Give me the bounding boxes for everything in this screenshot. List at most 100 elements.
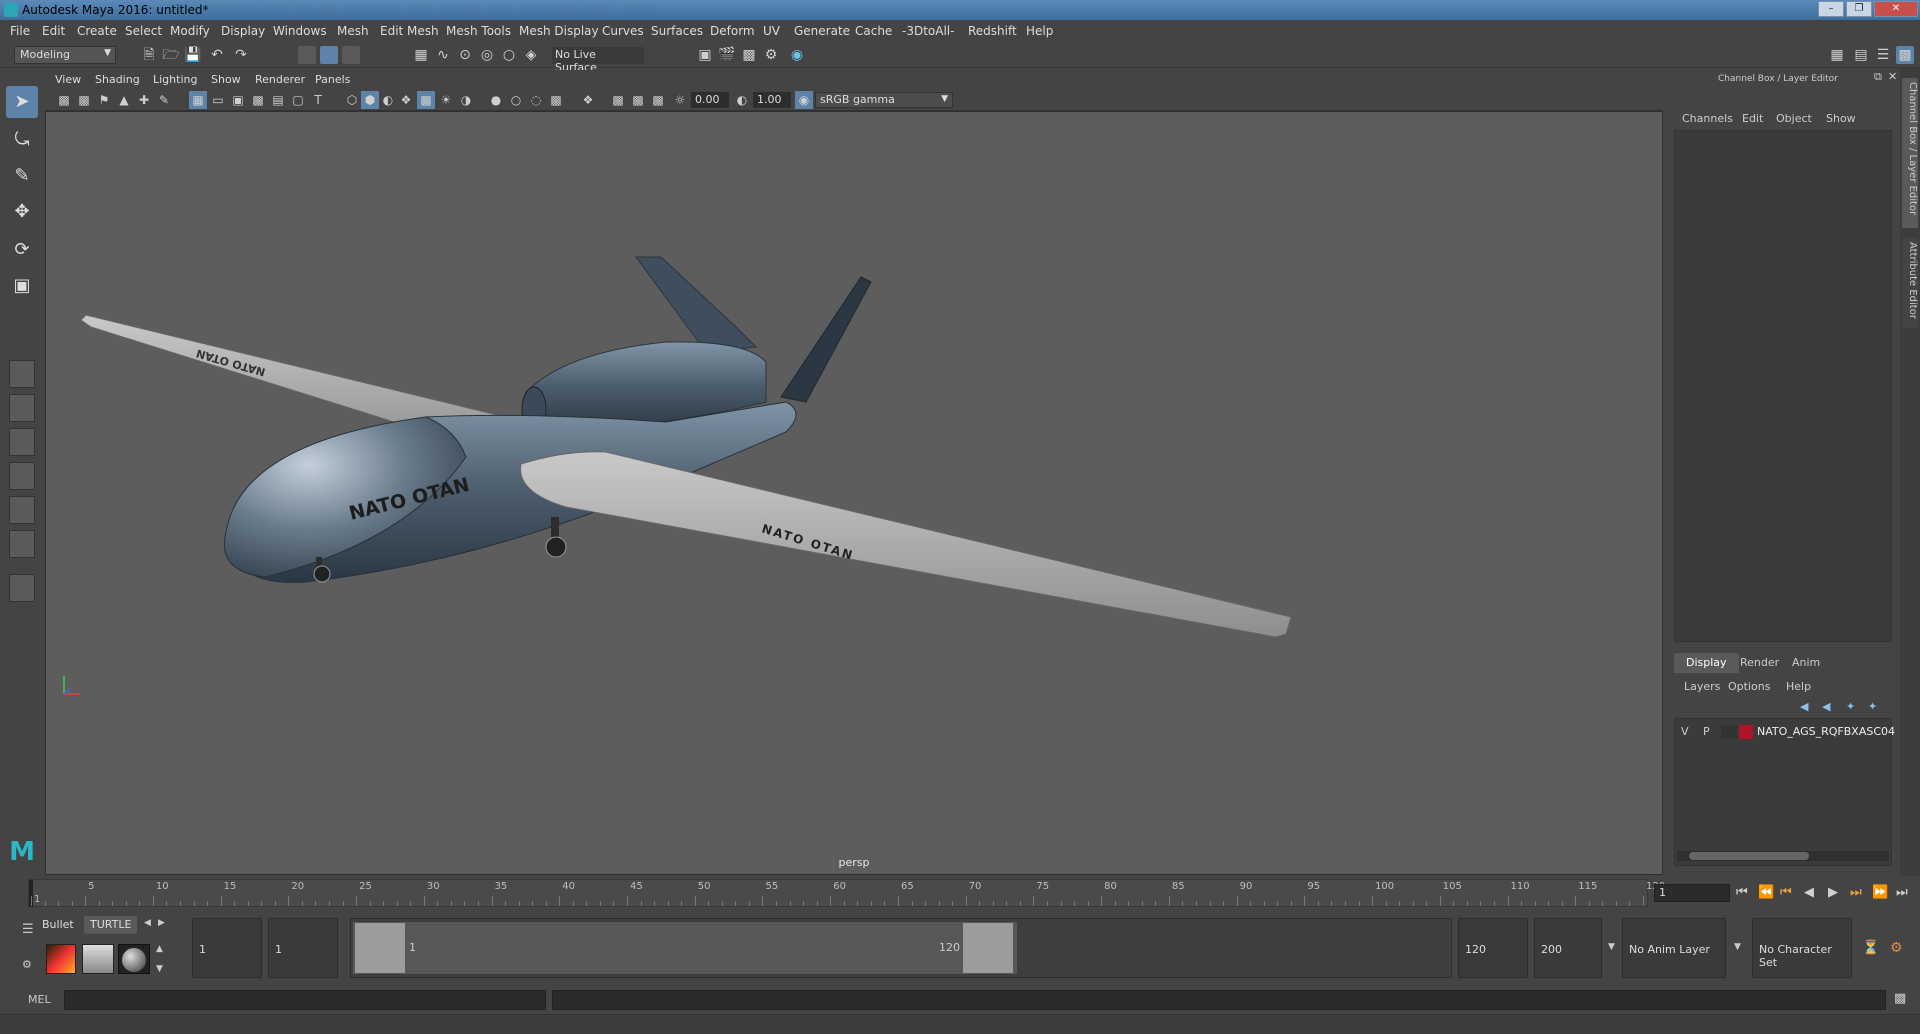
scale-tool-icon[interactable]: ▣ [6, 270, 38, 302]
current-frame-field[interactable]: 1 [1654, 884, 1730, 902]
menuset-dropdown[interactable]: Modeling ▼ [14, 46, 116, 64]
safe-title-icon[interactable]: T [309, 91, 327, 109]
menu-generate[interactable]: Generate [794, 24, 850, 38]
close-panel-icon[interactable]: ✕ [1888, 70, 1897, 83]
channel-box-menu-show[interactable]: Show [1826, 112, 1856, 125]
two-d-pan-icon[interactable]: ✚ [135, 91, 153, 109]
smooth-shade-icon[interactable]: ⬢ [361, 91, 379, 109]
shelf-icon-ilr-shader[interactable] [82, 944, 114, 974]
panel-menu-view[interactable]: View [55, 73, 81, 86]
menu-cache[interactable]: Cache [855, 24, 892, 38]
shelf-tab-bullet[interactable]: Bullet [36, 916, 80, 934]
close-button[interactable]: ✕ [1874, 1, 1918, 17]
range-bar[interactable]: 1 120 [350, 918, 1452, 978]
grease-pencil-icon[interactable]: ✎ [155, 91, 173, 109]
default-material-icon[interactable]: ◐ [379, 91, 397, 109]
menu-windows[interactable]: Windows [273, 24, 327, 38]
attribute-editor-icon[interactable]: ▤ [1852, 46, 1870, 64]
move-layer-up-icon[interactable]: ◀ [1800, 700, 1808, 713]
wireframe-on-shaded-icon[interactable]: ❖ [397, 91, 415, 109]
menu-edit[interactable]: Edit [42, 24, 65, 38]
shadows-icon[interactable]: ◑ [457, 91, 475, 109]
layer-visibility-toggle[interactable]: V [1681, 725, 1689, 738]
save-scene-icon[interactable]: 💾 [184, 46, 202, 64]
panel-menu-panels[interactable]: Panels [315, 73, 350, 86]
channel-box-area[interactable] [1674, 130, 1892, 642]
exposure-icon[interactable]: ☼ [671, 91, 689, 109]
drone-model[interactable]: NATO OTAN NATO OTAN NATO OTAN [46, 112, 1662, 874]
bookmark-icon[interactable]: ⚑ [95, 91, 113, 109]
script-editor-icon[interactable]: ▩ [1894, 991, 1906, 1006]
open-scene-icon[interactable]: 🗁 [162, 46, 180, 64]
select-by-object-button[interactable] [320, 46, 338, 64]
xray-icon[interactable]: ▩ [609, 91, 627, 109]
isolate-select-icon[interactable]: ❖ [579, 91, 597, 109]
ipr-render-icon[interactable]: ▩ [740, 46, 758, 64]
persp-graph-layout-button[interactable] [9, 496, 35, 524]
move-layer-down-icon[interactable]: ◀ [1822, 700, 1830, 713]
snap-grid-icon[interactable]: ▦ [412, 46, 430, 64]
layer-menu-layers[interactable]: Layers [1684, 680, 1720, 693]
xray-components-icon[interactable]: ▩ [649, 91, 667, 109]
select-tool-icon[interactable]: ➤ [6, 86, 38, 118]
chevron-down-icon[interactable]: ▼ [1608, 942, 1615, 952]
layer-name[interactable]: NATO_AGS_RQFBXASC04 [1757, 725, 1895, 738]
range-end-handle[interactable] [963, 923, 1013, 973]
layer-row[interactable]: V P NATO_AGS_RQFBXASC04 [1677, 723, 1895, 741]
render-view-icon[interactable]: ▣ [696, 46, 714, 64]
use-all-lights-icon[interactable]: ☀ [437, 91, 455, 109]
menu-mesh-tools[interactable]: Mesh Tools [446, 24, 511, 38]
menu-uv[interactable]: UV [763, 24, 780, 38]
shelf-scroll-right-icon[interactable]: ▶ [158, 918, 165, 928]
shelf-scroll-down-icon[interactable]: ▼ [156, 964, 163, 974]
motion-blur-icon[interactable]: ○ [507, 91, 525, 109]
shelf-tab-turtle[interactable]: TURTLE [84, 916, 138, 934]
channel-box-menu-edit[interactable]: Edit [1742, 112, 1763, 125]
screen-space-ao-icon[interactable]: ● [487, 91, 505, 109]
hypershade-icon[interactable]: ◉ [788, 46, 806, 64]
new-layer-selected-icon[interactable]: ✦ [1868, 700, 1877, 713]
panel-menu-show[interactable]: Show [211, 73, 241, 86]
textured-icon[interactable]: ▩ [417, 91, 435, 109]
custom-layout-button[interactable] [9, 574, 35, 602]
menu-deform[interactable]: Deform [710, 24, 755, 38]
time-slider-track[interactable]: 1 5 10 15 20 25 30 35 40 45 50 55 60 65 70 75 80 85 90 95 10… [28, 879, 1665, 907]
anti-aliasing-icon[interactable]: ◌ [527, 91, 545, 109]
step-forward-icon[interactable]: ⏩ [1872, 885, 1888, 900]
new-layer-icon[interactable]: ✦ [1846, 700, 1855, 713]
command-language-label[interactable]: MEL [28, 993, 51, 1006]
camera-attributes-icon[interactable]: ▩ [75, 91, 93, 109]
gamma-icon[interactable]: ◐ [733, 91, 751, 109]
menu-select[interactable]: Select [125, 24, 162, 38]
anim-layer-dropdown[interactable]: No Anim Layer [1622, 918, 1726, 978]
channel-box-icon[interactable]: ▩ [1896, 46, 1914, 64]
shelf-settings-icon[interactable]: ⚙ [22, 958, 32, 971]
step-back-icon[interactable]: ⏪ [1758, 885, 1774, 900]
menu-help[interactable]: Help [1026, 24, 1053, 38]
menu-create[interactable]: Create [77, 24, 117, 38]
maximize-button[interactable]: ❐ [1846, 1, 1872, 17]
rotate-tool-icon[interactable]: ⟳ [6, 234, 38, 266]
new-scene-icon[interactable]: 🗎 [140, 46, 158, 64]
single-pane-layout-button[interactable] [9, 360, 35, 388]
shelf-icon-fluid[interactable] [46, 944, 76, 974]
shelf-scroll-left-icon[interactable]: ◀ [144, 918, 151, 928]
playback-end-field[interactable]: 120 [1458, 918, 1528, 978]
menu-file[interactable]: File [10, 24, 30, 38]
image-plane-icon[interactable]: ▲ [115, 91, 133, 109]
minimize-button[interactable]: – [1818, 1, 1844, 17]
render-frame-icon[interactable]: 🎬 [718, 46, 736, 64]
redo-icon[interactable]: ↷ [232, 46, 250, 64]
character-set-dropdown[interactable]: No Character Set [1752, 918, 1852, 978]
lasso-tool-icon[interactable]: ⤿ [6, 124, 38, 156]
camera-select-icon[interactable]: ▩ [55, 91, 73, 109]
exposure-field[interactable]: 0.00 [691, 92, 729, 108]
menu-modify[interactable]: Modify [170, 24, 210, 38]
snap-point-icon[interactable]: ⊙ [456, 46, 474, 64]
resolution-gate-icon[interactable]: ▣ [229, 91, 247, 109]
gamma-field[interactable]: 1.00 [753, 92, 791, 108]
gate-mask-icon[interactable]: ▩ [249, 91, 267, 109]
paint-select-tool-icon[interactable]: ✎ [6, 160, 38, 192]
grid-toggle-icon[interactable]: ▦ [189, 91, 207, 109]
channel-box-menu-channels[interactable]: Channels [1682, 112, 1733, 125]
